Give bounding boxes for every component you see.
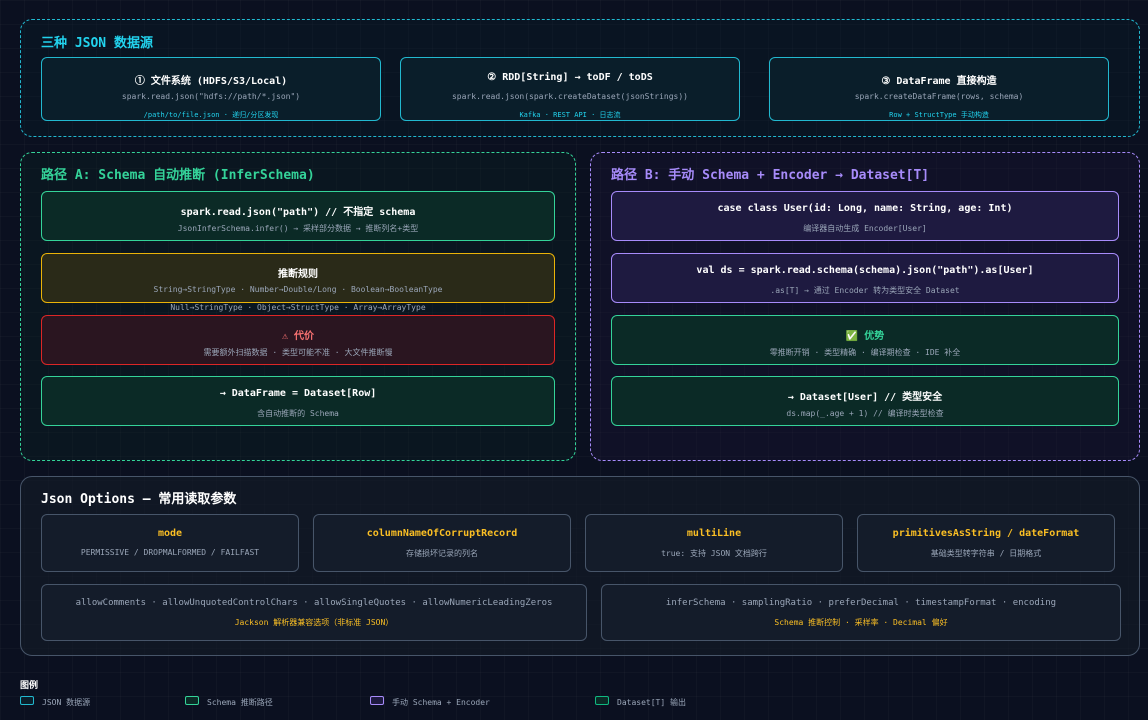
card-title: 推断规则 bbox=[278, 269, 318, 280]
options-title: Json Options — 常用读取参数 bbox=[41, 492, 237, 507]
card-text: String→StringType · Number→Double/Long ·… bbox=[153, 285, 443, 294]
options-panel: Json Options — 常用读取参数 mode PERMISSIVE / … bbox=[20, 476, 1140, 656]
card-title: → Dataset[User] // 类型安全 bbox=[787, 392, 943, 403]
warning-icon: ⚠ 代价 bbox=[281, 331, 315, 342]
card-text: JsonInferSchema.infer() → 采样部分数据 → 推断列名+… bbox=[177, 224, 419, 233]
option-card-multiline: multiLine true: 支持 JSON 文档跨行 bbox=[585, 514, 843, 572]
card-text: 需要额外扫描数据 · 类型可能不准 · 大文件推断慢 bbox=[203, 348, 393, 357]
legend-title: 图例 bbox=[20, 681, 39, 691]
card-text: 编译器自动生成 Encoder[User] bbox=[803, 224, 927, 233]
legend-swatch bbox=[20, 696, 34, 705]
legend-swatch bbox=[370, 696, 384, 705]
path-a-title: 路径 A: Schema 自动推断 (InferSchema) bbox=[41, 168, 315, 183]
source-card-code: spark.read.json(spark.createDataset(json… bbox=[451, 92, 688, 101]
legend-label: JSON 数据源 bbox=[42, 698, 91, 707]
option-desc: PERMISSIVE / DROPMALFORMED / FAILFAST bbox=[80, 548, 260, 557]
card-title: case class User(id: Long, name: String, … bbox=[717, 203, 1013, 214]
option-list: allowComments · allowUnquotedControlChar… bbox=[75, 598, 553, 608]
check-icon: ✅ 优势 bbox=[845, 331, 885, 342]
card-text: .as[T] → 通过 Encoder 转为类型安全 Dataset bbox=[770, 286, 960, 295]
option-note: Schema 推断控制 · 采样率 · Decimal 偏好 bbox=[774, 618, 948, 627]
option-name: multiLine bbox=[686, 528, 742, 539]
option-card-corrupt-record: columnNameOfCorruptRecord 存储损坏记录的列名 bbox=[313, 514, 571, 572]
card-title: val ds = spark.read.schema(schema).json(… bbox=[696, 265, 1034, 276]
option-name: columnNameOfCorruptRecord bbox=[366, 528, 518, 539]
cost-card: ⚠ 代价 需要额外扫描数据 · 类型可能不准 · 大文件推断慢 bbox=[41, 315, 555, 365]
source-card-rdd: ② RDD[String] → toDF / toDS spark.read.j… bbox=[400, 57, 740, 121]
card-text: ds.map(_.age + 1) // 编译时类型检查 bbox=[786, 409, 944, 418]
case-class-card: case class User(id: Long, name: String, … bbox=[611, 191, 1119, 241]
path-b-panel: 路径 B: 手动 Schema + Encoder → Dataset[T] c… bbox=[590, 152, 1140, 461]
option-card-mode: mode PERMISSIVE / DROPMALFORMED / FAILFA… bbox=[41, 514, 299, 572]
source-card-code: spark.read.json("hdfs://path/*.json") bbox=[121, 92, 301, 101]
option-list: inferSchema · samplingRatio · preferDeci… bbox=[665, 598, 1057, 608]
source-card-note: /path/to/file.json · 递归/分区发现 bbox=[143, 111, 279, 119]
jackson-options-card: allowComments · allowUnquotedControlChar… bbox=[41, 584, 587, 641]
card-text: Null→StringType · Object→StructType · Ar… bbox=[170, 303, 426, 312]
card-title: spark.read.json("path") // 不指定 schema bbox=[180, 207, 416, 218]
sources-panel: 三种 JSON 数据源 ① 文件系统 (HDFS/S3/Local) spark… bbox=[20, 19, 1140, 137]
source-card-note: Kafka · REST API · 日志流 bbox=[519, 111, 621, 119]
source-card-dataframe: ③ DataFrame 直接构造 spark.createDataFrame(r… bbox=[769, 57, 1109, 121]
legend-label: 手动 Schema + Encoder bbox=[392, 698, 490, 707]
advantage-card: ✅ 优势 零推断开销 · 类型精确 · 编译期检查 · IDE 补全 bbox=[611, 315, 1119, 365]
option-name: mode bbox=[157, 528, 183, 539]
option-desc: true: 支持 JSON 文档跨行 bbox=[661, 549, 767, 558]
card-text: 零推断开销 · 类型精确 · 编译期检查 · IDE 补全 bbox=[769, 348, 961, 357]
legend-label: Dataset[T] 输出 bbox=[617, 698, 686, 707]
legend-swatch bbox=[185, 696, 199, 705]
read-json-card: spark.read.json("path") // 不指定 schema Js… bbox=[41, 191, 555, 241]
source-card-title: ③ DataFrame 直接构造 bbox=[881, 76, 997, 87]
option-name: primitivesAsString / dateFormat bbox=[892, 528, 1080, 539]
source-card-title: ② RDD[String] → toDF / toDS bbox=[487, 72, 653, 83]
infer-rules-card: 推断规则 String→StringType · Number→Double/L… bbox=[41, 253, 555, 312]
legend-swatch bbox=[595, 696, 609, 705]
option-card-primitives: primitivesAsString / dateFormat 基础类型转字符串… bbox=[857, 514, 1115, 572]
sources-title: 三种 JSON 数据源 bbox=[41, 36, 153, 51]
dataset-output-card: → Dataset[User] // 类型安全 ds.map(_.age + 1… bbox=[611, 376, 1119, 426]
option-desc: 基础类型转字符串 / 日期格式 bbox=[930, 549, 1042, 558]
read-schema-card: val ds = spark.read.schema(schema).json(… bbox=[611, 253, 1119, 303]
option-note: Jackson 解析器兼容选项（非标准 JSON） bbox=[234, 618, 394, 627]
dataframe-output-card: → DataFrame = Dataset[Row] 含自动推断的 Schema bbox=[41, 376, 555, 426]
source-card-note: Row + StructType 手动构造 bbox=[889, 111, 989, 119]
source-card-code: spark.createDataFrame(rows, schema) bbox=[854, 92, 1024, 101]
option-desc: 存储损坏记录的列名 bbox=[406, 549, 478, 558]
source-card-title: ① 文件系统 (HDFS/S3/Local) bbox=[134, 76, 288, 87]
legend-label: Schema 推断路径 bbox=[207, 698, 273, 707]
card-title: → DataFrame = Dataset[Row] bbox=[219, 388, 377, 399]
path-a-panel: 路径 A: Schema 自动推断 (InferSchema) spark.re… bbox=[20, 152, 576, 461]
schema-options-card: inferSchema · samplingRatio · preferDeci… bbox=[601, 584, 1121, 641]
path-b-title: 路径 B: 手动 Schema + Encoder → Dataset[T] bbox=[611, 168, 930, 183]
source-card-filesystem: ① 文件系统 (HDFS/S3/Local) spark.read.json("… bbox=[41, 57, 381, 121]
card-text: 含自动推断的 Schema bbox=[257, 409, 339, 418]
